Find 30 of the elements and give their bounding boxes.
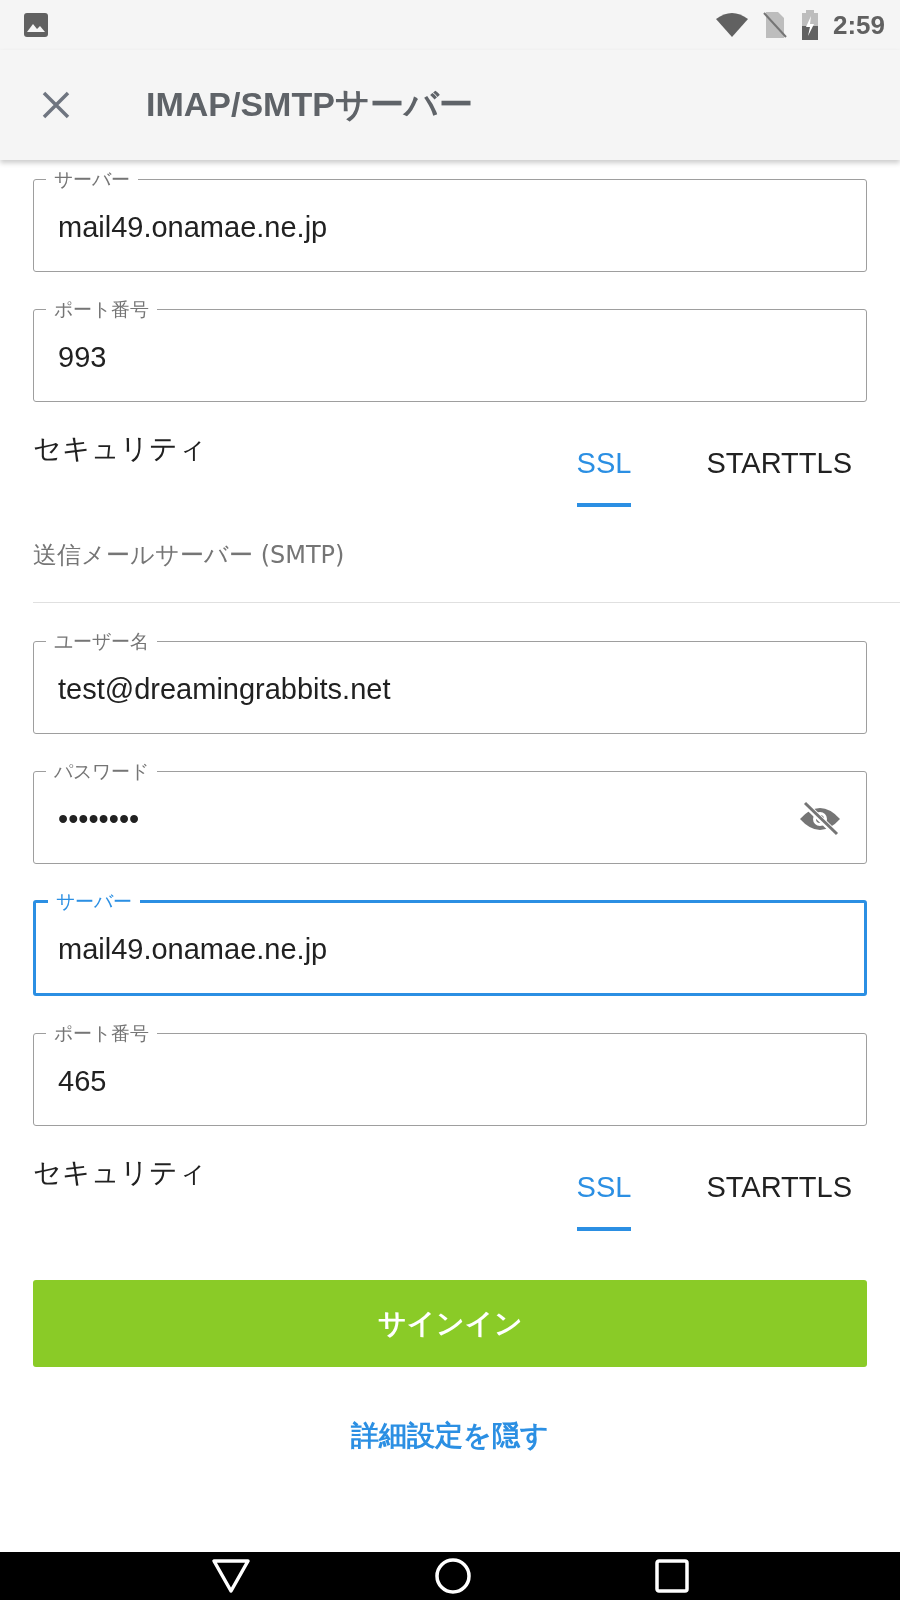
security-label: セキュリティ bbox=[33, 1154, 207, 1191]
no-sim-icon bbox=[762, 11, 787, 39]
field-label: パスワード bbox=[53, 759, 150, 783]
input-field[interactable]: ポート番号 465 bbox=[33, 1021, 867, 1126]
back-icon[interactable] bbox=[211, 1558, 252, 1594]
field-value: mail49.onamae.ne.jp bbox=[58, 932, 329, 966]
field-value: test@dreamingrabbits.net bbox=[58, 672, 392, 706]
field-value: •••••••• bbox=[58, 802, 141, 836]
field-value: 465 bbox=[58, 1064, 108, 1098]
screen-title: IMAP/SMTPサーバー bbox=[146, 84, 473, 125]
field-label: サーバー bbox=[55, 889, 133, 913]
field-label: ユーザー名 bbox=[53, 629, 150, 653]
battery-charging-icon bbox=[800, 10, 819, 40]
status-time: 2:59 bbox=[832, 9, 885, 41]
field-value: mail49.onamae.ne.jp bbox=[58, 210, 329, 244]
security-tab[interactable]: STARTTLS bbox=[706, 402, 852, 507]
image-icon bbox=[23, 12, 49, 38]
field-label: ポート番号 bbox=[53, 1021, 150, 1045]
input-field[interactable]: ポート番号 993 bbox=[33, 297, 867, 402]
security-tab[interactable]: STARTTLS bbox=[706, 1126, 852, 1231]
section-header: 送信メールサーバー (SMTP) bbox=[33, 539, 346, 571]
field-label: ポート番号 bbox=[53, 297, 150, 321]
wifi-icon bbox=[714, 12, 749, 38]
close-icon[interactable] bbox=[41, 90, 71, 120]
field-value: 993 bbox=[58, 340, 108, 374]
eye-off-icon[interactable] bbox=[798, 801, 842, 837]
security-label: セキュリティ bbox=[33, 430, 207, 467]
field-label: サーバー bbox=[53, 167, 131, 191]
home-icon[interactable] bbox=[434, 1557, 472, 1595]
recents-icon[interactable] bbox=[654, 1559, 689, 1593]
